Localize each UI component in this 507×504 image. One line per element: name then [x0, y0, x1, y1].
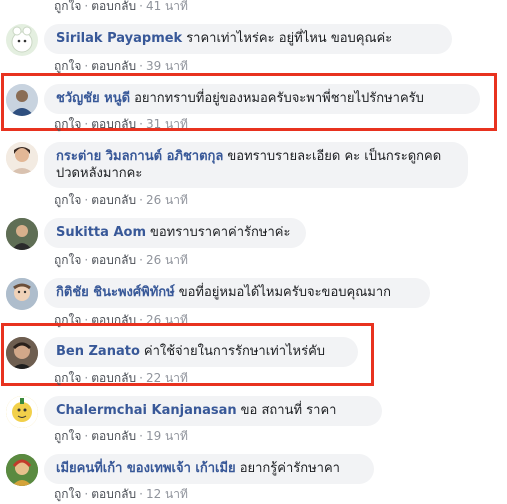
- comment-text: ราคาเท่าไหร่คะ อยู่ที่ไหน ขอบคุณค่ะ: [186, 31, 393, 46]
- comment-bubble: กระต่าย วิมลกานต์ อภิชาตกุล ขอทราบรายละเอ…: [44, 142, 468, 188]
- comment-author[interactable]: กิติชัย ชินะพงศ์พิทักษ์: [56, 285, 175, 300]
- comment-author[interactable]: Sukitta Aom: [56, 225, 146, 240]
- comment-time[interactable]: 41 นาที: [146, 0, 188, 13]
- comment-bubble: ชวัญชัย หนูดี อยากทราบที่อยู่ของหมอครับจะ…: [44, 84, 480, 114]
- avatar[interactable]: [6, 396, 38, 428]
- like-link[interactable]: ถูกใจ: [54, 0, 81, 13]
- comment-author[interactable]: Chalermchai Kanjanasan: [56, 403, 237, 418]
- comment-actions: ถูกใจ · ตอบกลับ · 22 นาที: [54, 371, 188, 385]
- comment-actions: ถูกใจ · ตอบกลับ · 41 นาที: [54, 0, 188, 13]
- comment-bubble: Sirilak Payapmek ราคาเท่าไหร่คะ อยู่ที่ไห…: [44, 24, 452, 54]
- comment-author[interactable]: Ben Zanato: [56, 344, 140, 359]
- avatar[interactable]: [6, 142, 38, 174]
- comment-bubble: กิติชัย ชินะพงศ์พิทักษ์ ขอที่อยู่หมอได้ไห…: [44, 278, 430, 308]
- avatar[interactable]: [6, 454, 38, 486]
- comment-actions: ถูกใจ · ตอบกลับ · 26 นาที: [54, 253, 188, 267]
- comment-author[interactable]: Sirilak Payapmek: [56, 31, 182, 46]
- comment-author[interactable]: เมียคนที่เก้า ของเทพเจ้า เก้าเมีย: [56, 461, 236, 476]
- comment-text: ขอที่อยู่หมอได้ไหมครับจะขอบคุณมาก: [178, 285, 391, 300]
- avatar[interactable]: [6, 278, 38, 310]
- like-link[interactable]: ถูกใจ: [54, 429, 81, 443]
- comment-text: ขอทราบราคาค่ารักษาค่ะ: [149, 225, 291, 240]
- reply-link[interactable]: ตอบกลับ: [91, 253, 136, 267]
- comment-time[interactable]: 31 นาที: [146, 117, 188, 131]
- reply-link[interactable]: ตอบกลับ: [91, 0, 136, 13]
- like-link[interactable]: ถูกใจ: [54, 117, 81, 131]
- avatar[interactable]: [6, 24, 38, 56]
- like-link[interactable]: ถูกใจ: [54, 371, 81, 385]
- avatar[interactable]: [6, 84, 38, 116]
- reply-link[interactable]: ตอบกลับ: [91, 117, 136, 131]
- comment-bubble: Chalermchai Kanjanasan ขอ สถานที่ ราคา: [44, 396, 382, 426]
- like-link[interactable]: ถูกใจ: [54, 193, 81, 207]
- comment-text: อยากรู้ค่ารักษาคา: [239, 461, 340, 476]
- comment-bubble: เมียคนที่เก้า ของเทพเจ้า เก้าเมีย อยากรู้…: [44, 454, 374, 484]
- comment-bubble: Ben Zanato ค่าใช้จ่ายในการรักษาเท่าไหร่คั…: [44, 337, 358, 367]
- reply-link[interactable]: ตอบกลับ: [91, 371, 136, 385]
- comment-time[interactable]: 39 นาที: [146, 59, 188, 73]
- comment-time[interactable]: 26 นาที: [146, 253, 188, 267]
- comment-actions: ถูกใจ · ตอบกลับ · 31 นาที: [54, 117, 188, 131]
- comment-time[interactable]: 19 นาที: [146, 429, 188, 443]
- comment-text: ค่าใช้จ่ายในการรักษาเท่าไหร่คับ: [143, 344, 326, 359]
- comment-text: อยากทราบที่อยู่ของหมอครับจะพาพี่ชายไปรัก…: [134, 91, 424, 106]
- comment-text: ขอ สถานที่ ราคา: [240, 403, 337, 418]
- comment-actions: ถูกใจ · ตอบกลับ · 26 นาที: [54, 193, 188, 207]
- comment-bubble: Sukitta Aom ขอทราบราคาค่ารักษาค่ะ: [44, 218, 306, 248]
- comment-actions: ถูกใจ · ตอบกลับ · 19 นาที: [54, 429, 188, 443]
- like-link[interactable]: ถูกใจ: [54, 59, 81, 73]
- avatar[interactable]: [6, 218, 38, 250]
- avatar[interactable]: [6, 337, 38, 369]
- reply-link[interactable]: ตอบกลับ: [91, 193, 136, 207]
- comment-author[interactable]: ชวัญชัย หนูดี: [56, 91, 130, 106]
- comment-author[interactable]: กระต่าย วิมลกานต์ อภิชาตกุล: [56, 149, 223, 164]
- reply-link[interactable]: ตอบกลับ: [91, 59, 136, 73]
- comment-time[interactable]: 26 นาที: [146, 193, 188, 207]
- comment-thread: ถูกใจ · ตอบกลับ · 41 นาที Sirilak Payapmek รา…: [0, 0, 507, 501]
- like-link[interactable]: ถูกใจ: [54, 253, 81, 267]
- comment-actions: ถูกใจ · ตอบกลับ · 12 นาที: [54, 487, 188, 501]
- reply-link[interactable]: ตอบกลับ: [91, 429, 136, 443]
- comment-time[interactable]: 22 นาที: [146, 371, 188, 385]
